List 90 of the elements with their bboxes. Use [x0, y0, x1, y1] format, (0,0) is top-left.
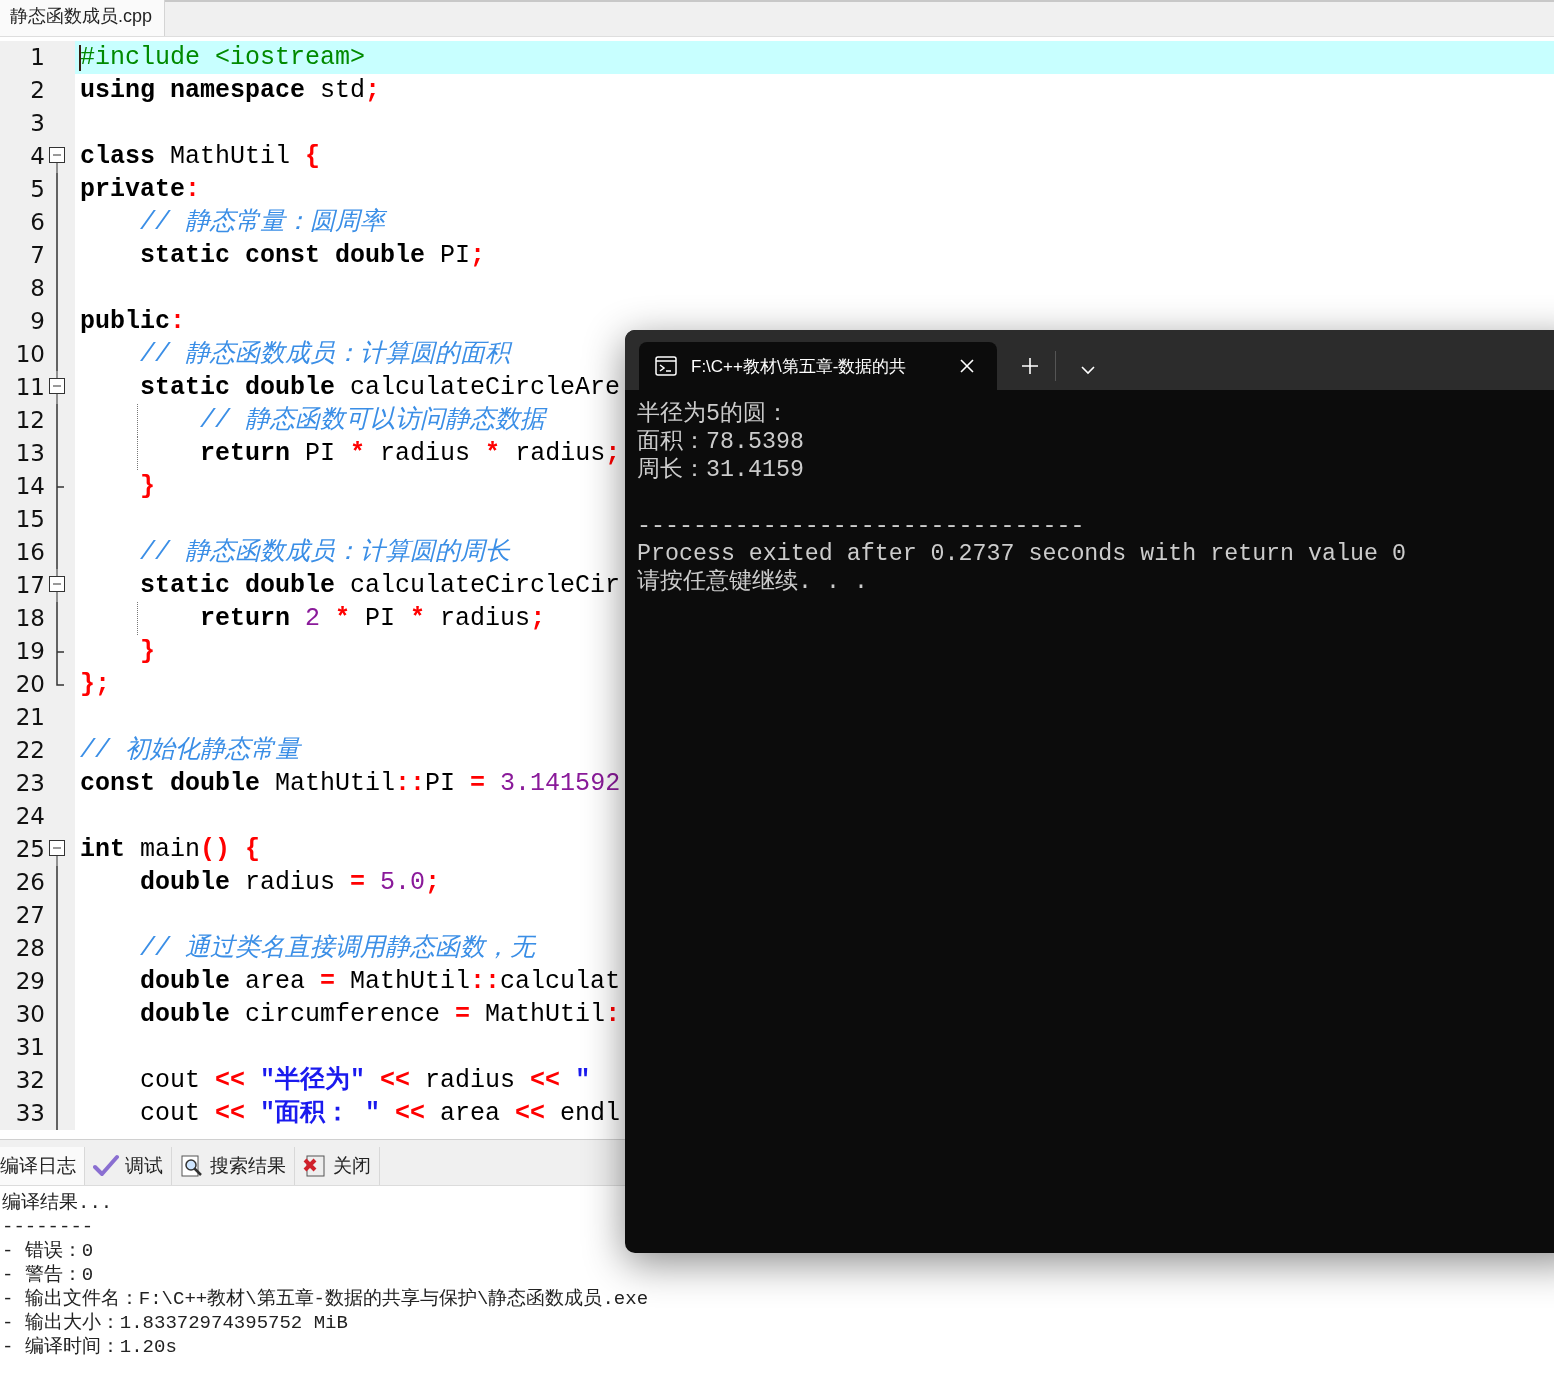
close-icon: [303, 1154, 327, 1178]
code-line: const double MathUtil::PI = 3.141592: [80, 769, 621, 798]
fold-toggle[interactable]: [49, 371, 65, 404]
separator-line: --------------------------------: [637, 512, 1086, 540]
code-line: static const double PI;: [139, 241, 486, 270]
log-line: - 输出大小：1.83372974395752 MiB: [2, 1311, 349, 1335]
panel-tab[interactable]: 编译日志: [0, 1147, 85, 1185]
terminal-icon: [655, 356, 677, 376]
code-line: public:: [80, 307, 186, 336]
checkmark-icon: [93, 1154, 119, 1178]
line-number: 19: [14, 637, 45, 666]
line-number: 13: [14, 439, 45, 468]
code-line: // 静态函数成员：计算圆的周长: [139, 538, 511, 567]
text-cursor: [79, 45, 81, 71]
code-line: double area = MathUtil::calculat: [139, 967, 621, 996]
log-line: - 警告：0: [2, 1263, 95, 1287]
line-number: 18: [14, 604, 45, 633]
line-number: 15: [14, 505, 45, 534]
log-line: 编译结果...: [2, 1191, 114, 1215]
code-line: private:: [80, 175, 201, 204]
code-line: double circumference = MathUtil:: [139, 1000, 621, 1029]
line-number: 30: [14, 1000, 45, 1029]
code-line: cout << "面积： " << area << endl: [139, 1099, 621, 1128]
continue-prompt: 请按任意键继续. . .: [637, 568, 869, 596]
code-line: // 通过类名直接调用静态函数，无: [139, 934, 536, 963]
output-line: 周长：31.4159: [637, 456, 805, 484]
exit-message: Process exited after 0.2737 seconds with return value 0: [637, 540, 1407, 568]
line-number: 11: [14, 373, 45, 402]
line-number: 27: [14, 901, 45, 930]
terminal-tab[interactable]: F:\C++教材\第五章-数据的共: [639, 342, 997, 390]
line-number: 16: [14, 538, 45, 567]
line-number: 33: [14, 1099, 45, 1128]
code-line: // 初始化静态常量: [80, 736, 300, 765]
line-number: 28: [14, 934, 45, 963]
line-number: 25: [14, 835, 45, 864]
line-number: 17: [14, 571, 45, 600]
code-line: // 静态函数可以访问静态数据: [199, 406, 546, 435]
code-line: static double calculateCircleAre: [139, 373, 621, 402]
line-number: 4: [29, 142, 45, 171]
line-number: 5: [29, 175, 45, 204]
line-number: 9: [29, 307, 45, 336]
line-number: 12: [14, 406, 45, 435]
code-line: };: [80, 670, 110, 699]
code-line: int main() {: [80, 835, 261, 864]
line-number: 31: [14, 1033, 45, 1062]
line-number: 8: [29, 274, 45, 303]
code-line: using namespace std;: [80, 76, 381, 105]
line-number: 29: [14, 967, 45, 996]
panel-tab[interactable]: 搜索结果: [172, 1147, 295, 1185]
fold-toggle[interactable]: [49, 147, 65, 173]
code-line: }: [139, 472, 155, 501]
code-line: }: [139, 637, 155, 666]
log-line: - 错误：0: [2, 1239, 95, 1263]
log-line: - 编译时间：1.20s: [2, 1335, 178, 1359]
output-line: 半径为5的圆：: [637, 400, 790, 428]
code-line: double radius = 5.0;: [139, 868, 441, 897]
file-tab[interactable]: 静态函数成员.cpp: [0, 0, 166, 36]
log-line: --------: [2, 1215, 95, 1239]
line-number: 26: [14, 868, 45, 897]
line-number: 32: [14, 1066, 45, 1095]
code-line: class MathUtil {: [80, 142, 321, 171]
code-line: // 静态函数成员：计算圆的面积: [139, 340, 511, 369]
line-number: 23: [14, 769, 45, 798]
close-icon[interactable]: [959, 358, 975, 374]
code-line: return 2 * PI * radius;: [199, 604, 546, 633]
search-icon: [180, 1154, 204, 1178]
new-tab-icon[interactable]: [1021, 357, 1039, 375]
fold-toggle[interactable]: [49, 569, 65, 602]
line-number: 3: [29, 109, 45, 138]
line-number: 10: [14, 340, 45, 369]
code-line: return PI * radius * radius;: [199, 439, 621, 468]
line-number: 21: [14, 703, 45, 732]
code-line: static double calculateCircleCir: [139, 571, 621, 600]
output-line: 面积：78.5398: [637, 428, 805, 456]
code-line: // 静态常量：圆周率: [139, 208, 386, 237]
line-number: 22: [14, 736, 45, 765]
line-number: 24: [14, 802, 45, 831]
code-line: #include <iostream>: [80, 43, 366, 72]
panel-tab[interactable]: 调试: [85, 1147, 172, 1185]
chevron-down-icon[interactable]: [1080, 365, 1096, 375]
panel-tab[interactable]: 关闭: [295, 1147, 380, 1185]
log-line: - 输出文件名：F:\C++教材\第五章-数据的共享与保护\静态函数成员.exe: [2, 1287, 650, 1311]
line-number: 14: [14, 472, 45, 501]
line-number: 2: [29, 76, 45, 105]
line-number: 6: [29, 208, 45, 237]
line-number: 20: [14, 670, 45, 699]
line-number: 1: [29, 43, 45, 72]
code-line: cout << "半径为" << radius << ": [139, 1066, 591, 1095]
fold-toggle[interactable]: [49, 840, 65, 866]
line-number: 7: [29, 241, 45, 270]
